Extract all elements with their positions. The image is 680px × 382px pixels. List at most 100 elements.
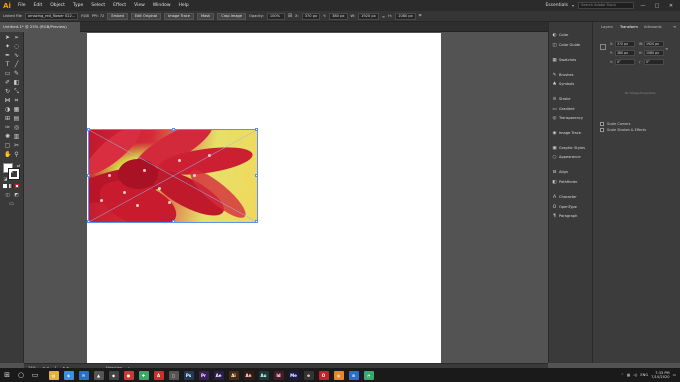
edit-original-button[interactable]: Edit Original (130, 12, 162, 20)
maximize-button[interactable]: □ (652, 3, 662, 9)
w-field[interactable]: 1920 px (358, 12, 379, 20)
panel-image-trace[interactable]: ◉ Image Trace (552, 130, 581, 136)
type-tool-icon[interactable]: T (4, 61, 11, 68)
resize-handle-left[interactable] (87, 174, 90, 177)
menu-edit[interactable]: Edit (30, 3, 47, 8)
link-icon[interactable]: ∞ (382, 14, 385, 19)
panel-character[interactable]: A Character (552, 194, 577, 200)
network-icon[interactable]: ▦ (627, 373, 630, 377)
shear-angle-field[interactable]: 0° (644, 59, 664, 65)
draw-mode-icon[interactable]: ◫ (4, 192, 11, 199)
width-tool-icon[interactable]: ⋈ (4, 97, 11, 104)
line-tool-icon[interactable]: ╱ (13, 61, 20, 68)
rotate-tool-icon[interactable]: ↻ (4, 88, 11, 95)
taskbar-app-app-5[interactable]: ◆ (108, 370, 119, 380)
reference-point-icon[interactable] (600, 44, 606, 50)
taskbar-app-media-encoder[interactable]: Me (288, 370, 299, 380)
taskbar-app-app-10[interactable]: Ps (183, 370, 194, 380)
resize-handle-top[interactable] (172, 128, 175, 131)
taskbar-app-illustrator[interactable]: Ai (228, 370, 239, 380)
taskbar-app-app-21[interactable]: ≋ (348, 370, 359, 380)
paintbrush-tool-icon[interactable]: ✎ (13, 70, 20, 77)
clock[interactable]: 7:33 PM 7/10/2020 (651, 371, 669, 380)
taskbar-app-after-effects[interactable]: Ae (213, 370, 224, 380)
menu-help[interactable]: Help (175, 3, 193, 8)
mask-button[interactable]: Mask (196, 12, 215, 20)
blend-tool-icon[interactable]: ◎ (13, 124, 20, 131)
symbol-sprayer-tool-icon[interactable]: ✺ (4, 133, 11, 140)
shape-builder-tool-icon[interactable]: ◑ (4, 106, 11, 113)
taskbar-app-firefox[interactable]: ◍ (333, 370, 344, 380)
panel-stroke[interactable]: ≡ Stroke (552, 96, 571, 102)
h-field[interactable]: 1080 px (395, 12, 416, 20)
menu-effect[interactable]: Effect (109, 3, 130, 8)
transform-w-field[interactable]: 1920 px (644, 41, 664, 47)
scale-corners-checkbox[interactable] (600, 122, 604, 126)
image-trace-button[interactable]: Image Trace (164, 12, 194, 20)
search-icon[interactable]: ○ (14, 368, 28, 382)
default-fill-stroke-icon[interactable]: ◪ (2, 175, 9, 182)
panel-pathfinder[interactable]: ◧ Pathfinder (552, 179, 577, 185)
x-field[interactable]: 370 px (301, 12, 321, 20)
curvature-tool-icon[interactable]: ∿ (13, 52, 20, 59)
task-view-icon[interactable]: ▭ (28, 368, 42, 382)
rectangle-tool-icon[interactable]: ▭ (4, 70, 11, 77)
panel-appearance[interactable]: ○ Appearance (552, 154, 581, 160)
perspective-grid-tool-icon[interactable]: ▦ (13, 106, 20, 113)
draw-inside-icon[interactable]: ◩ (13, 192, 20, 199)
taskbar-app-app-7[interactable]: ✚ (138, 370, 149, 380)
panel-gradient[interactable]: ▭ Gradient (552, 106, 574, 112)
search-stock-input[interactable]: Search Adobe Stock (578, 2, 634, 9)
taskbar-app-app-4[interactable]: ▲ (93, 370, 104, 380)
menu-select[interactable]: Select (87, 3, 109, 8)
shaper-tool-icon[interactable]: ✐ (4, 79, 11, 86)
language-indicator[interactable]: ENG (640, 373, 648, 377)
artboard-tool-icon[interactable]: ▢ (4, 142, 11, 149)
taskbar-app-animate[interactable]: An (243, 370, 254, 380)
taskbar-app-indesign[interactable]: Id (273, 370, 284, 380)
scale-tool-icon[interactable]: ⤡ (13, 88, 20, 95)
panel-paragraph[interactable]: ¶ Paragraph (552, 213, 577, 219)
eraser-tool-icon[interactable]: ◧ (13, 79, 20, 86)
panel-transparency[interactable]: ◎ Transparency (552, 115, 583, 121)
resize-handle-bottom-right[interactable] (255, 220, 258, 223)
gradient-tool-icon[interactable]: ▤ (13, 115, 20, 122)
chevron-down-icon[interactable]: ▾ (572, 3, 574, 8)
panel-graphic-styles[interactable]: ▣ Graphic Styles (552, 145, 585, 151)
tab-transform[interactable]: Transform (620, 25, 638, 29)
taskbar-app-app-9[interactable]: ◻ (168, 370, 179, 380)
selection-tool-icon[interactable]: ➤ (4, 34, 11, 41)
panel-opentype[interactable]: O OpenType (552, 204, 577, 210)
transform-h-field[interactable]: 1080 px (644, 50, 664, 56)
opacity-field[interactable]: 100% (266, 12, 285, 20)
column-graph-tool-icon[interactable]: ▥ (13, 133, 20, 140)
stroke-swatch[interactable] (8, 168, 20, 180)
rotate-angle-field[interactable]: 0° (615, 59, 635, 65)
minimize-button[interactable]: — (638, 3, 648, 9)
taskbar-app-app-18[interactable]: ⊕ (303, 370, 314, 380)
y-field[interactable]: 380 px (329, 12, 348, 20)
taskbar-app-store[interactable]: ◈ (63, 370, 74, 380)
constrain-proportions-icon[interactable]: ∞ (665, 46, 668, 51)
none-mode-button[interactable] (15, 184, 19, 188)
selection-bounding-box[interactable] (87, 128, 258, 223)
embed-button[interactable]: Embed (107, 12, 128, 20)
taskbar-app-app-6[interactable]: ● (123, 370, 134, 380)
taskbar-app-audition[interactable]: Au (258, 370, 269, 380)
slice-tool-icon[interactable]: ✂ (13, 142, 20, 149)
lasso-tool-icon[interactable]: ◌ (13, 43, 20, 50)
mesh-tool-icon[interactable]: ⊞ (4, 115, 11, 122)
transform-icon[interactable]: ⌗ (419, 13, 422, 19)
align-icon[interactable]: ⊞ (288, 13, 292, 19)
volume-icon[interactable]: ◁) (633, 373, 637, 377)
resize-handle-bottom-left[interactable] (87, 220, 90, 223)
resize-handle-top-right[interactable] (255, 128, 258, 131)
swap-fill-stroke-icon[interactable]: ⇄ (15, 162, 22, 169)
transform-x-field[interactable]: 370 px (615, 41, 635, 47)
panel-menu-icon[interactable]: ≡ (673, 24, 676, 29)
artboard[interactable] (87, 33, 441, 363)
gradient-mode-button[interactable] (9, 184, 13, 188)
workspace-switcher[interactable]: Essentials (545, 3, 568, 8)
linked-file-name[interactable]: amazing_red_flower 022... (24, 12, 79, 20)
taskbar-app-opera[interactable]: O (318, 370, 329, 380)
